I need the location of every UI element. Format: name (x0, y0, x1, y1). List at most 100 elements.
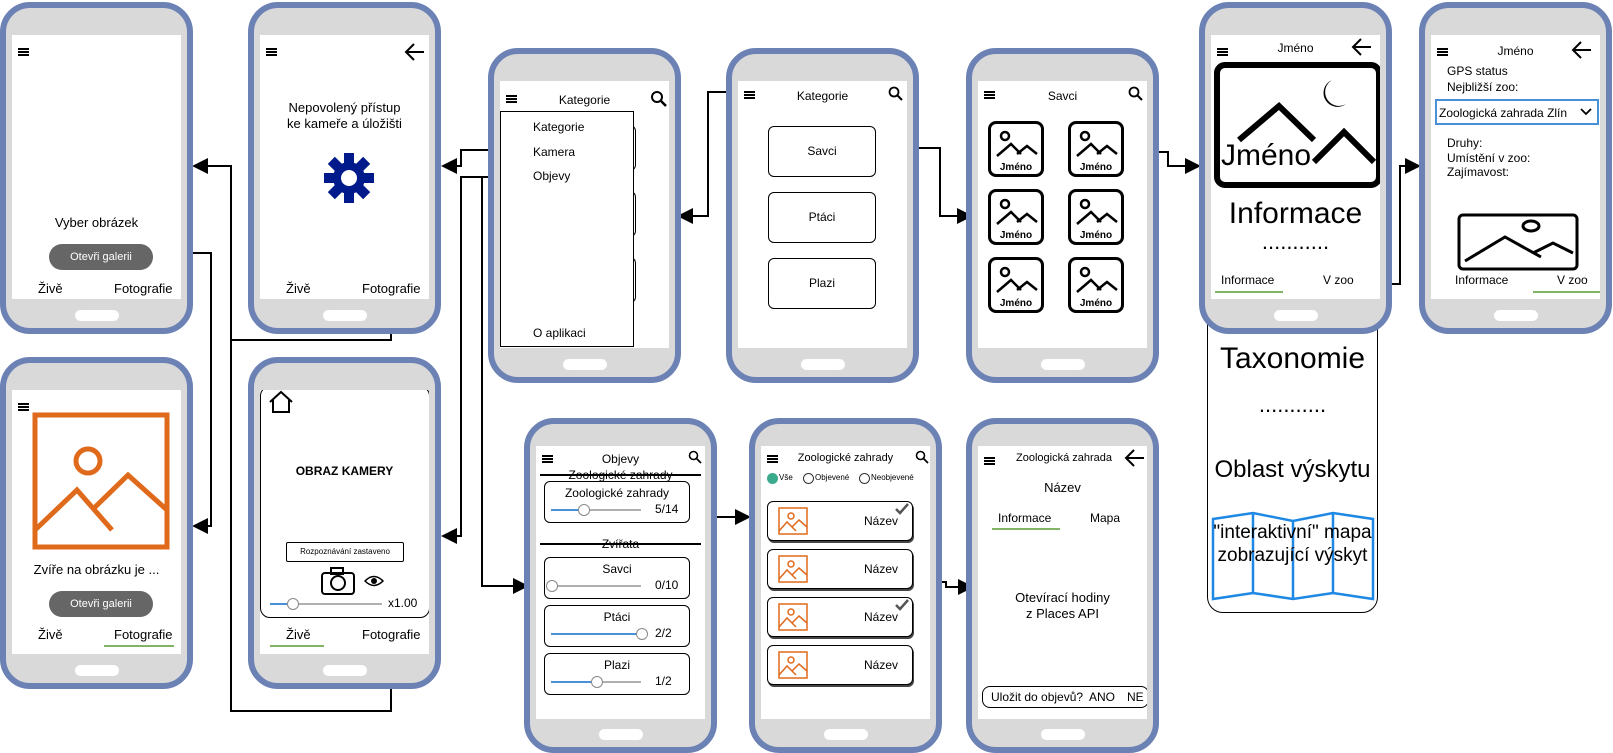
category-button-birds[interactable]: Ptáci (768, 192, 876, 243)
filter-radio-undiscovered[interactable] (859, 473, 870, 484)
nearest-zoo-label: Nejbližší zoo: (1447, 80, 1519, 94)
tab-map[interactable]: Mapa (1090, 511, 1120, 525)
home-button[interactable] (1040, 729, 1085, 740)
phone-animal-detail: Jméno Jméno Informace ........... Inform… (1199, 2, 1392, 334)
menu-icon[interactable] (18, 403, 29, 411)
zoo-list-item[interactable]: Název (767, 597, 913, 637)
home-button[interactable] (598, 729, 643, 740)
zoo-list-item[interactable]: Název (767, 549, 913, 589)
home-button[interactable] (1040, 359, 1085, 370)
zoo-list-item[interactable]: Název (767, 501, 913, 541)
animal-thumbnail[interactable]: Jméno (1068, 257, 1124, 313)
info-heading: Informace (1228, 197, 1363, 230)
home-button[interactable] (322, 310, 367, 321)
open-gallery-button[interactable]: Otevři galerii (49, 591, 153, 617)
zoom-slider[interactable] (270, 598, 382, 610)
home-button[interactable] (322, 665, 367, 676)
tab-live[interactable]: Živě (38, 281, 63, 296)
home-button[interactable] (823, 729, 868, 740)
save-prompt: Uložit do objevů? (991, 690, 1084, 704)
filter-radio-discovered[interactable] (803, 473, 814, 484)
opening-hours-source: z Places API (1026, 606, 1099, 621)
phone-mammals-grid: Savci Jméno Jméno Jméno Jméno Jméno Jméno (966, 48, 1159, 383)
zoo-select[interactable]: Zoologická zahrada Zlín (1435, 99, 1599, 125)
home-button[interactable] (1273, 310, 1318, 321)
tab-active-indicator (270, 645, 324, 647)
phone-zoo-detail: Zoologická zahrada Název Informace Mapa … (966, 418, 1159, 753)
home-button[interactable] (562, 359, 607, 370)
progress-slider (551, 628, 648, 640)
range-heading: Oblast výskytu (1214, 456, 1371, 483)
search-icon[interactable] (650, 90, 668, 108)
category-button-mammals[interactable]: Savci (768, 126, 876, 177)
back-arrow-icon[interactable] (1124, 448, 1146, 468)
camera-icon[interactable] (320, 566, 356, 596)
tab-live[interactable]: Živě (38, 627, 63, 642)
zoo-list-item-label: Název (864, 658, 899, 672)
back-arrow-icon[interactable] (1351, 37, 1373, 57)
category-button-reptiles[interactable]: Plazi (768, 258, 876, 309)
tab-info[interactable]: Informace (1455, 273, 1508, 287)
drawer-item-categories[interactable]: Kategorie (533, 120, 584, 134)
animal-thumbnail[interactable]: Jméno (988, 189, 1044, 245)
home-button[interactable] (74, 665, 119, 676)
screen-title: Savci (1047, 89, 1078, 103)
home-button[interactable] (800, 359, 845, 370)
back-arrow-icon[interactable] (1571, 40, 1593, 60)
tab-info[interactable]: Informace (1221, 273, 1274, 287)
filter-label-all: Vše (779, 473, 793, 482)
animal-thumbnail[interactable]: Jméno (988, 257, 1044, 313)
screen-title: Kategorie (796, 89, 849, 103)
menu-icon[interactable] (18, 48, 29, 56)
home-button[interactable] (1493, 310, 1538, 321)
discovery-card[interactable]: Plazi 1/2 (544, 653, 690, 695)
menu-icon[interactable] (266, 48, 277, 56)
tab-in-zoo[interactable]: V zoo (1323, 273, 1354, 287)
discovery-card[interactable]: Savci 0/10 (544, 557, 690, 599)
search-icon[interactable] (688, 450, 702, 464)
recognition-status[interactable]: Rozpoznávání zastaveno (286, 542, 404, 562)
open-gallery-button[interactable]: Otevři galerii (49, 244, 153, 270)
home-icon[interactable] (268, 390, 294, 414)
permission-message: Nepovolený přístup ke kameře a úložišti (287, 100, 402, 131)
tab-photo[interactable]: Fotografie (362, 627, 421, 642)
phone-categories-menu: Kategorie Kategorie Kamera Objevy O apli… (488, 48, 681, 383)
discovery-card[interactable]: Zoologické zahrady 5/14 (544, 481, 690, 523)
menu-icon[interactable] (984, 457, 995, 465)
tab-live[interactable]: Živě (286, 281, 311, 296)
tab-photo[interactable]: Fotografie (362, 281, 421, 296)
discovery-card-count: 2/2 (655, 626, 672, 640)
phone-camera: OBRAZ KAMERY Rozpoznávání zastaveno x1.0… (248, 357, 441, 689)
tab-info[interactable]: Informace (998, 511, 1051, 525)
filter-radio-all[interactable] (767, 473, 778, 484)
drawer-item-about[interactable]: O aplikaci (533, 326, 586, 340)
save-yes-button[interactable]: ANO (1089, 687, 1115, 707)
save-no-button[interactable]: NE (1127, 687, 1144, 707)
section-zoo-heading: Zoologické zahrady (568, 468, 673, 482)
animal-thumbnail[interactable]: Jméno (1068, 121, 1124, 177)
search-icon[interactable] (915, 450, 929, 464)
tab-in-zoo[interactable]: V zoo (1557, 273, 1588, 287)
phone-categories: Kategorie Savci Ptáci Plazi (726, 48, 919, 383)
progress-slider (551, 504, 641, 516)
home-button[interactable] (74, 310, 119, 321)
chevron-down-icon (1580, 108, 1592, 116)
tab-photo[interactable]: Fotografie (114, 627, 173, 642)
discovery-card[interactable]: Ptáci 2/2 (544, 605, 690, 647)
search-icon[interactable] (1128, 86, 1144, 102)
tab-live[interactable]: Živě (286, 627, 311, 642)
animal-thumbnail[interactable]: Jméno (988, 121, 1044, 177)
eye-icon[interactable] (364, 574, 384, 588)
image-icon (778, 603, 808, 631)
phone-gallery-result: Zvíře na obrázku je ... Otevři galerii Ž… (0, 357, 193, 689)
search-icon[interactable] (888, 86, 904, 102)
back-arrow-icon[interactable] (404, 42, 426, 62)
opening-hours: Otevírací hodiny (1015, 590, 1110, 605)
zoo-list-item[interactable]: Název (767, 645, 913, 685)
animal-thumbnail[interactable]: Jméno (1068, 189, 1124, 245)
screen-title: Objevy (601, 452, 640, 466)
progress-slider (551, 676, 641, 688)
drawer-item-discoveries[interactable]: Objevy (533, 169, 570, 183)
tab-photo[interactable]: Fotografie (114, 281, 173, 296)
drawer-item-camera[interactable]: Kamera (533, 145, 575, 159)
